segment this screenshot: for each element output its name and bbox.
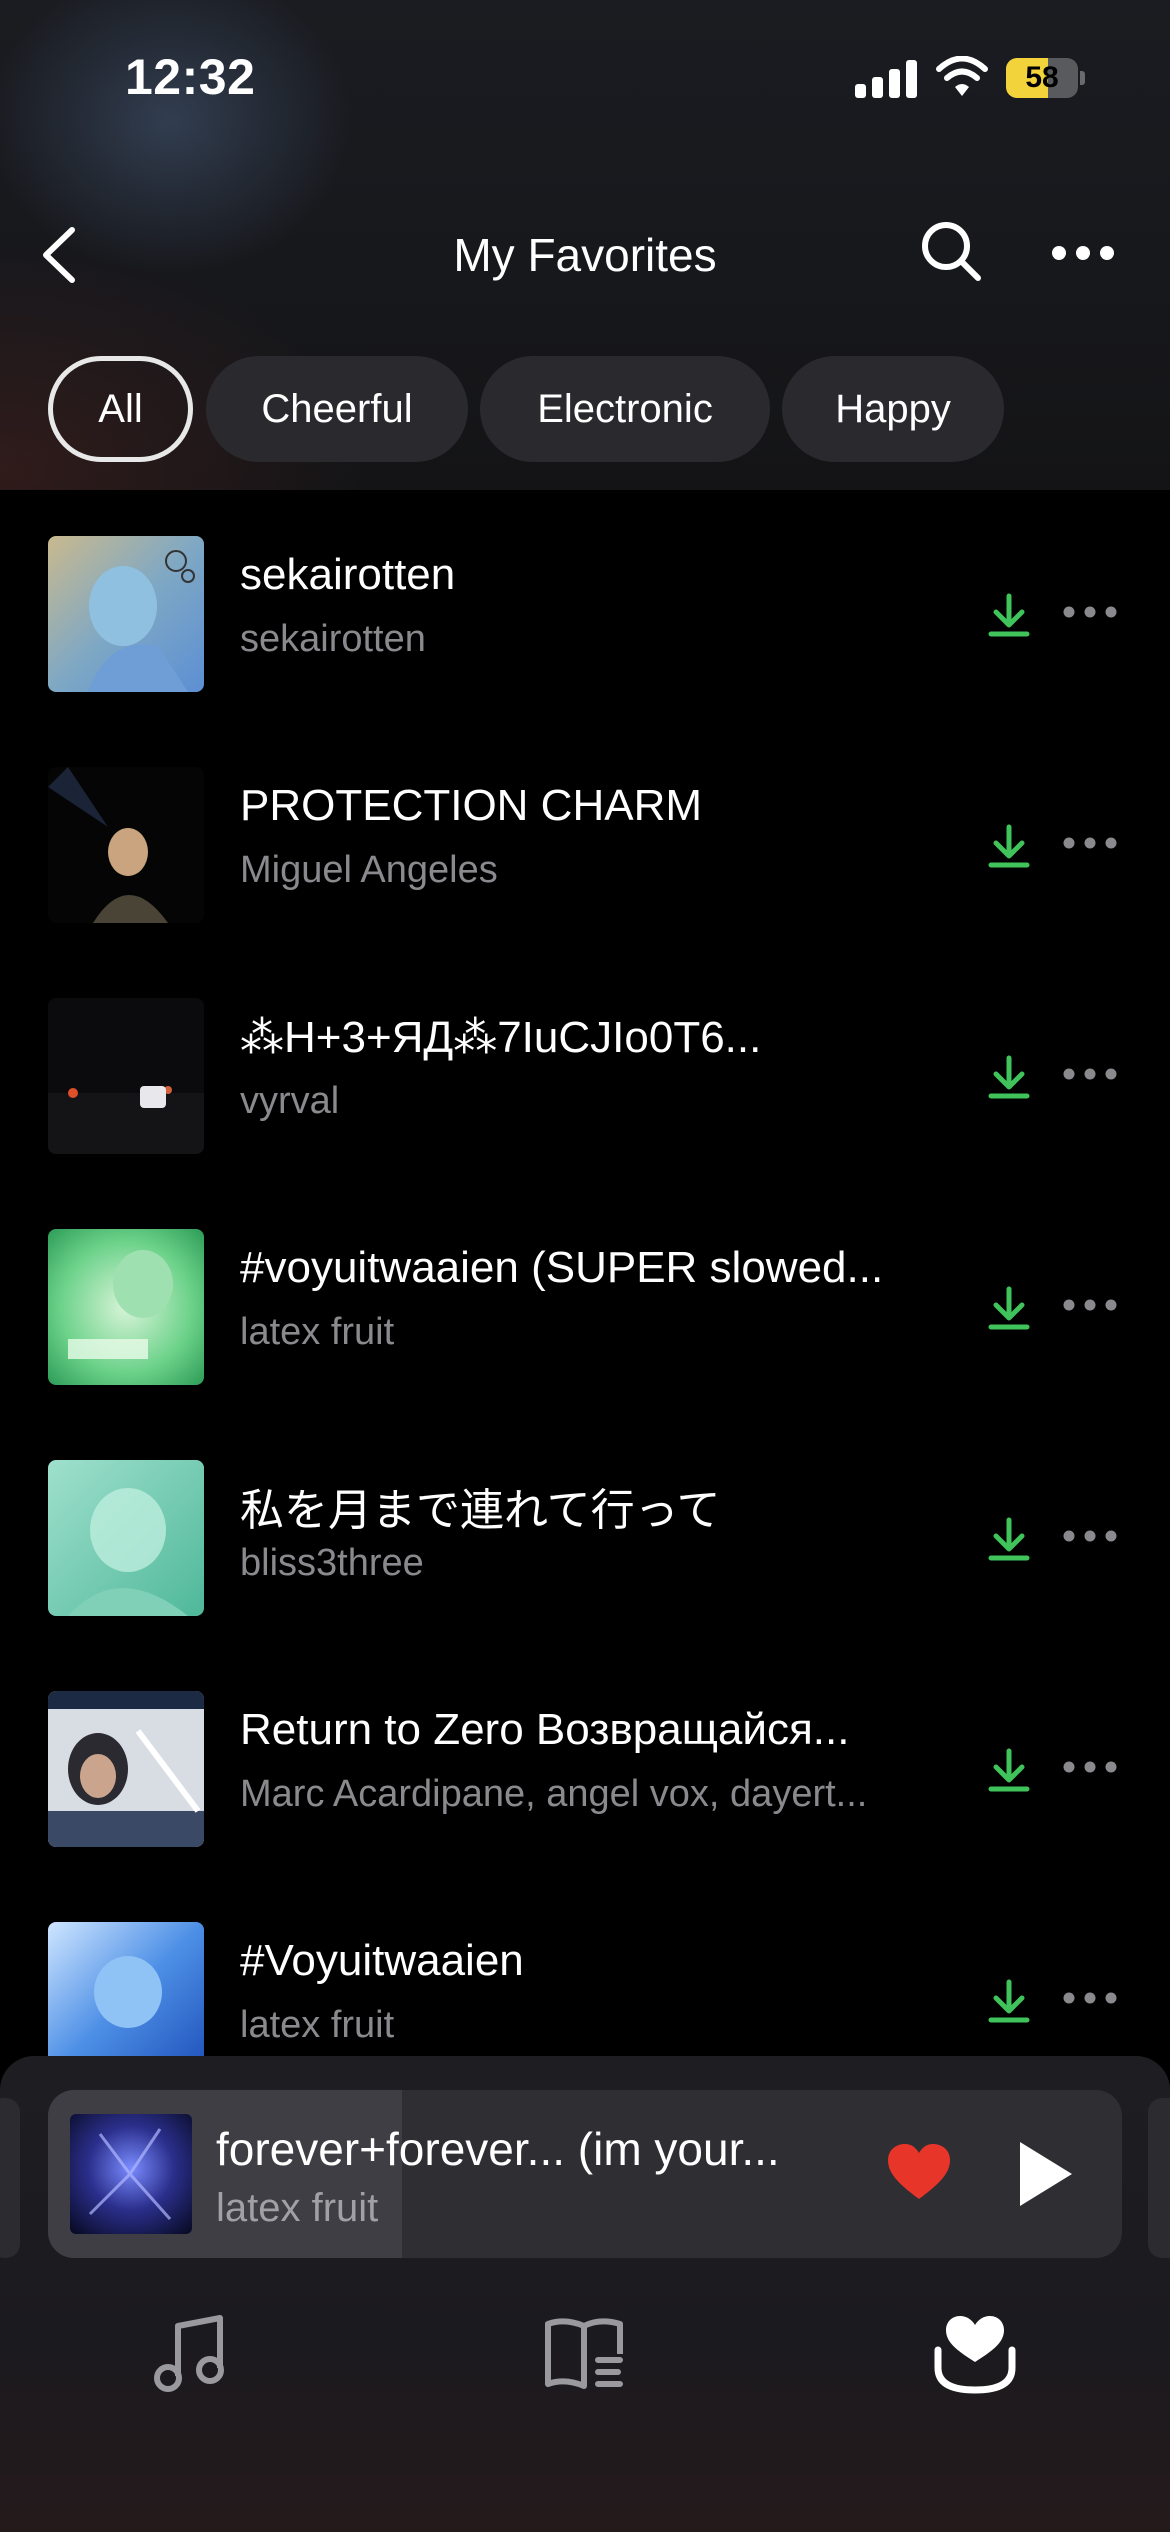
download-icon xyxy=(988,824,1030,868)
track-cover xyxy=(48,1922,204,2078)
track-artist: Marc Acardipane, angel vox, dayert... xyxy=(240,1773,868,1815)
track-title: sekairotten xyxy=(240,550,456,599)
more-icon[interactable] xyxy=(1050,238,1116,268)
download-icon xyxy=(988,1286,1030,1330)
download-icon xyxy=(988,593,1030,637)
track-more-icon[interactable] xyxy=(1062,1755,1118,1779)
previous-track-card[interactable] xyxy=(0,2098,20,2258)
track-cover xyxy=(48,767,204,923)
track-artist: Miguel Angeles xyxy=(240,849,498,891)
book-icon[interactable] xyxy=(540,2310,630,2400)
status-time: 12:32 xyxy=(125,49,256,105)
now-playing-title: forever+forever... (im your... xyxy=(216,2123,780,2175)
track-more-icon[interactable] xyxy=(1062,1524,1118,1548)
page-title: My Favorites xyxy=(453,229,717,281)
download-icon xyxy=(988,1979,1030,2023)
track-title: Return to Zero Возвращайся... xyxy=(240,1705,850,1754)
track-row[interactable]: 私を月まで連れて行って bliss3three xyxy=(0,1460,1170,1660)
now-playing-cover xyxy=(70,2114,192,2234)
track-title: PROTECTION CHARM xyxy=(240,781,702,830)
track-more-icon[interactable] xyxy=(1062,600,1118,624)
music-note-icon[interactable] xyxy=(148,2310,238,2400)
next-track-card[interactable] xyxy=(1148,2098,1170,2258)
now-playing-artist: latex fruit xyxy=(216,2186,379,2230)
favorites-icon[interactable] xyxy=(930,2310,1020,2400)
chip-happy[interactable]: Happy xyxy=(782,356,1004,462)
search-icon[interactable] xyxy=(918,218,984,284)
track-more-icon[interactable] xyxy=(1062,1293,1118,1317)
track-artist: vyrval xyxy=(240,1080,340,1122)
track-cover xyxy=(48,1229,204,1385)
chip-all[interactable]: All xyxy=(48,356,193,462)
download-icon xyxy=(988,1055,1030,1099)
track-title: 私を月まで連れて行って xyxy=(240,1486,721,1535)
download-icon xyxy=(988,1748,1030,1792)
mini-player[interactable]: forever+forever... (im your... latex fru… xyxy=(48,2090,1122,2258)
play-icon[interactable] xyxy=(1008,2136,1078,2212)
track-more-icon[interactable] xyxy=(1062,1062,1118,1086)
track-row[interactable]: #voyuitwaaien (SUPER slowed... latex fru… xyxy=(0,1229,1170,1429)
chip-cheerful[interactable]: Cheerful xyxy=(206,356,468,462)
track-more-icon[interactable] xyxy=(1062,1986,1118,2010)
track-cover xyxy=(48,998,204,1154)
heart-icon[interactable] xyxy=(886,2142,952,2202)
track-artist: latex fruit xyxy=(240,2004,395,2046)
track-row[interactable]: PROTECTION CHARM Miguel Angeles xyxy=(0,767,1170,967)
track-artist: bliss3three xyxy=(240,1542,424,1584)
chip-electronic[interactable]: Electronic xyxy=(480,356,770,462)
track-artist: latex fruit xyxy=(240,1311,395,1353)
track-row[interactable]: ⁂H+3+ЯД⁂7IuCJIo0T6... vyrval xyxy=(0,998,1170,1198)
track-cover xyxy=(48,1691,204,1847)
track-row[interactable]: sekairotten sekairotten xyxy=(0,536,1170,736)
battery-level: 58 xyxy=(1025,61,1059,94)
cellular-signal-icon xyxy=(855,60,917,98)
track-title: #Voyuitwaaien xyxy=(240,1936,524,1985)
battery-icon: 58 xyxy=(1006,58,1086,98)
track-artist: sekairotten xyxy=(240,618,426,660)
wifi-icon xyxy=(936,56,988,96)
track-title: #voyuitwaaien (SUPER slowed... xyxy=(240,1243,884,1292)
download-icon xyxy=(988,1517,1030,1561)
track-cover xyxy=(48,536,204,692)
track-more-icon[interactable] xyxy=(1062,831,1118,855)
track-row[interactable]: Return to Zero Возвращайся... Marc Acard… xyxy=(0,1691,1170,1891)
track-cover xyxy=(48,1460,204,1616)
track-title: ⁂H+3+ЯД⁂7IuCJIo0T6... xyxy=(240,1013,762,1062)
